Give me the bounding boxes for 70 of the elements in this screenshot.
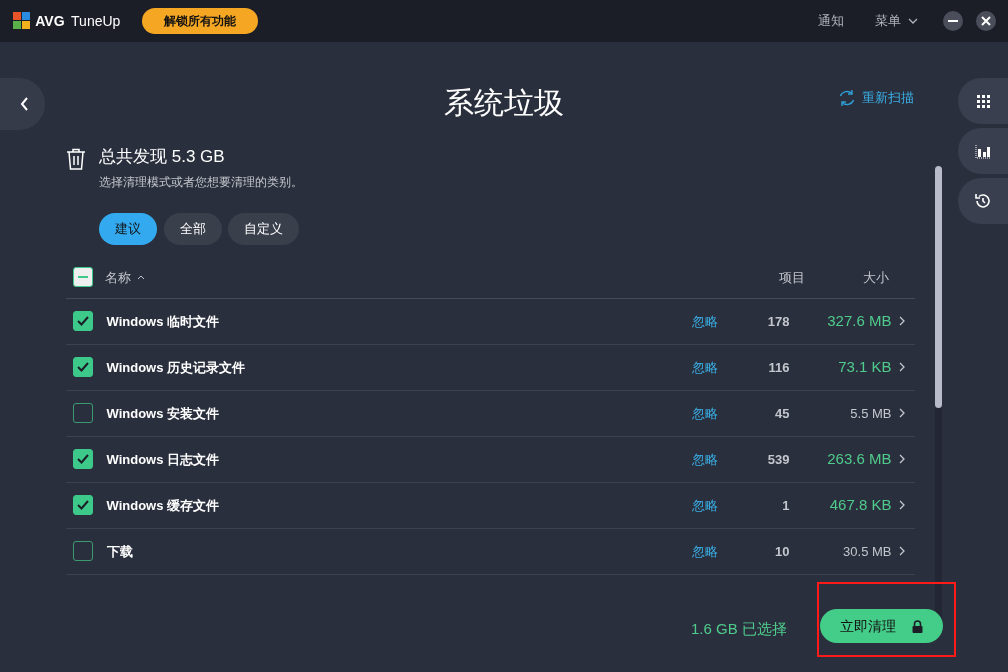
mode-tab[interactable]: 全部 bbox=[163, 212, 222, 245]
lock-icon bbox=[912, 619, 923, 633]
notifications-link[interactable]: 通知 bbox=[811, 10, 850, 32]
checkmark-icon bbox=[76, 454, 89, 465]
category-size: 467.8 KB bbox=[828, 495, 892, 515]
mode-tab[interactable]: 建议 bbox=[99, 212, 157, 245]
refresh-icon bbox=[838, 88, 856, 107]
category-name: Windows 缓存文件 bbox=[106, 496, 220, 515]
mode-tab[interactable]: 自定义 bbox=[228, 212, 299, 245]
bar-chart-icon bbox=[975, 143, 991, 159]
category-name: Windows 历史记录文件 bbox=[106, 358, 246, 377]
side-tab[interactable] bbox=[958, 178, 1008, 224]
category-size: 30.5 MB bbox=[842, 542, 892, 561]
column-header: 项目 bbox=[778, 268, 805, 287]
caret-icon bbox=[907, 18, 918, 24]
category-size: 263.6 MB bbox=[826, 449, 892, 469]
close-button[interactable] bbox=[976, 11, 996, 31]
item-count: 178 bbox=[766, 312, 790, 331]
trash-icon bbox=[66, 148, 86, 170]
scrollbar-thumb[interactable] bbox=[935, 166, 942, 408]
item-count: 116 bbox=[767, 358, 790, 377]
row-checkbox[interactable] bbox=[72, 449, 93, 470]
row-checkbox[interactable] bbox=[72, 495, 93, 516]
item-count: 10 bbox=[774, 542, 790, 561]
clean-now-button[interactable]: 立即清理 bbox=[820, 609, 943, 643]
apps-grid-icon bbox=[976, 94, 990, 108]
ignore-link[interactable]: 忽略 bbox=[689, 495, 720, 515]
ignore-link[interactable]: 忽略 bbox=[689, 403, 720, 423]
minimize-button[interactable] bbox=[943, 11, 963, 31]
ignore-link[interactable]: 忽略 bbox=[689, 541, 720, 561]
category-size: 327.6 MB bbox=[826, 311, 892, 331]
side-tab[interactable] bbox=[958, 128, 1008, 174]
logo-icon bbox=[12, 11, 32, 31]
checkmark-icon bbox=[76, 500, 89, 511]
checkmark-icon bbox=[76, 316, 89, 327]
side-tab[interactable] bbox=[958, 78, 1008, 124]
ignore-link[interactable]: 忽略 bbox=[689, 449, 720, 469]
row-checkbox[interactable] bbox=[72, 357, 93, 378]
checkmark-icon bbox=[76, 362, 89, 373]
summary-subtitle: 选择清理模式或者您想要清理的类别。 bbox=[99, 173, 303, 191]
item-count: 1 bbox=[781, 496, 790, 515]
category-size: 73.1 KB bbox=[837, 357, 892, 377]
ignore-link[interactable]: 忽略 bbox=[689, 357, 720, 377]
ignore-link[interactable]: 忽略 bbox=[689, 311, 720, 331]
selection-summary: 1.6 GB 已选择 bbox=[691, 619, 787, 639]
category-size: 5.5 MB bbox=[849, 404, 892, 423]
row-checkbox[interactable] bbox=[72, 541, 93, 562]
category-name: Windows 安装文件 bbox=[106, 404, 220, 423]
category-name: 下载 bbox=[106, 542, 133, 561]
category-name: Windows 临时文件 bbox=[106, 312, 220, 331]
item-count: 539 bbox=[766, 450, 790, 469]
close-icon bbox=[981, 16, 991, 26]
column-header: 大小 bbox=[862, 268, 889, 287]
category-name: Windows 日志文件 bbox=[106, 450, 220, 469]
item-count: 45 bbox=[774, 404, 790, 423]
brand-name: AVG bbox=[35, 11, 65, 31]
summary-title: 总共发现 5.3 GB bbox=[99, 146, 226, 168]
name-column-header[interactable]: 名称 bbox=[104, 267, 145, 287]
rescan-link[interactable]: 重新扫描 bbox=[838, 88, 914, 108]
row-checkbox[interactable] bbox=[72, 311, 93, 332]
history-icon bbox=[974, 192, 992, 210]
select-all-checkbox[interactable] bbox=[72, 267, 93, 288]
product-name: TuneUp bbox=[71, 11, 121, 31]
row-checkbox[interactable] bbox=[72, 403, 93, 424]
unlock-button[interactable]: 解锁所有功能 bbox=[142, 8, 259, 34]
page-title: 系统垃圾 bbox=[444, 86, 564, 119]
sort-ascending-icon bbox=[137, 274, 145, 280]
minimize-icon bbox=[948, 20, 958, 22]
menu-button[interactable]: 菜单 bbox=[869, 10, 924, 32]
dash-icon bbox=[77, 276, 88, 279]
